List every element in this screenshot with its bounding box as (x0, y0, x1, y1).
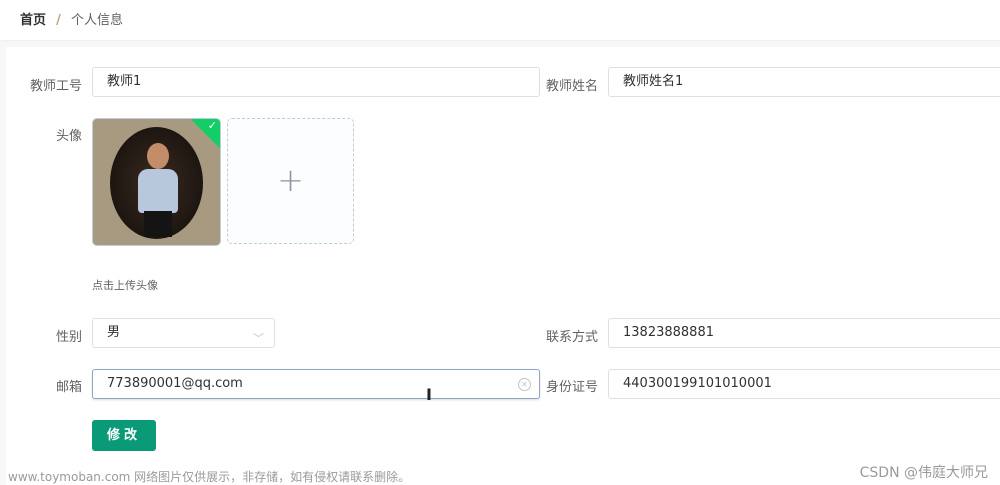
id-number-label: 身份证号 (545, 380, 598, 395)
avatar-image[interactable]: ✓ (92, 118, 221, 246)
breadcrumb-separator: / (56, 13, 61, 28)
breadcrumb-bar: 首页 / 个人信息 (0, 0, 1000, 41)
teacher-name-input[interactable]: 教师姓名1 (608, 67, 1000, 97)
check-icon: ✓ (207, 119, 217, 132)
teacher-name-label: 教师姓名 (545, 79, 598, 94)
teacher-id-label: 教师工号 (29, 79, 82, 94)
edit-button[interactable]: 修改 (92, 420, 156, 451)
avatar-label: 头像 (55, 129, 82, 144)
gender-select[interactable]: 男 ﹀ (92, 318, 275, 348)
chevron-down-icon: ﹀ (253, 332, 264, 345)
breadcrumb-current: 个人信息 (71, 13, 124, 28)
text-cursor-icon: I (426, 385, 432, 404)
email-input-value: 773890001@qq.com (107, 376, 243, 391)
profile-form: 教师工号 教师1 教师姓名 教师姓名1 头像 ✓ + 点击上传头像 性别 男 ﹀… (6, 47, 1000, 485)
teacher-id-input[interactable]: 教师1 (92, 67, 540, 97)
breadcrumb: 首页 / 个人信息 (20, 9, 123, 28)
phone-label: 联系方式 (545, 330, 598, 345)
email-input[interactable]: 773890001@qq.com ✕ (92, 369, 540, 399)
phone-input[interactable]: 13823888881 (608, 318, 1000, 348)
avatar-upload-tip: 点击上传头像 (92, 279, 158, 292)
gender-label: 性别 (55, 330, 82, 345)
gender-select-value: 男 (107, 325, 121, 340)
avatar-photo (110, 127, 203, 239)
email-label: 邮箱 (55, 380, 82, 395)
watermark-right: CSDN @伟庭大师兄 (859, 465, 988, 481)
plus-icon: + (277, 161, 304, 199)
avatar-upload-button[interactable]: + (227, 118, 354, 244)
watermark-left: www.toymoban.com 网络图片仅供展示，非存储，如有侵权请联系删除。 (8, 470, 411, 484)
id-number-input[interactable]: 440300199101010001 (608, 369, 1000, 399)
breadcrumb-home[interactable]: 首页 (20, 13, 46, 28)
